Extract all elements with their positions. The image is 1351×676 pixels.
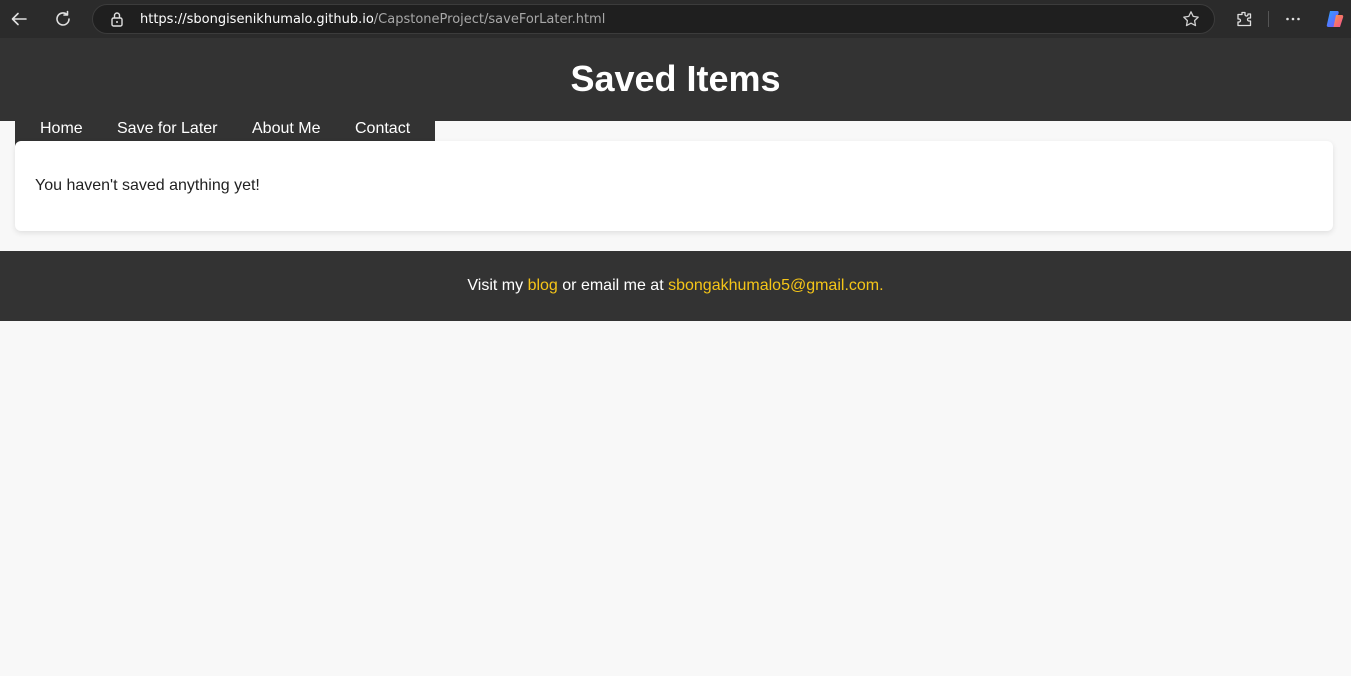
url-host: https://sbongisenikhumalo.github.io xyxy=(140,12,374,27)
browser-toolbar: https://sbongisenikhumalo.github.io/Caps… xyxy=(0,0,1351,38)
address-bar[interactable]: https://sbongisenikhumalo.github.io/Caps… xyxy=(92,4,1215,34)
page-footer: Visit my blog or email me at sbongakhuma… xyxy=(0,251,1351,321)
copilot-icon[interactable] xyxy=(1323,9,1347,29)
lock-icon[interactable] xyxy=(107,9,127,29)
more-icon[interactable] xyxy=(1283,9,1303,29)
footer-suffix: . xyxy=(879,277,884,294)
nav-item-contact[interactable]: Contact xyxy=(355,120,410,138)
footer-text: Visit my blog or email me at sbongakhuma… xyxy=(0,277,1351,295)
extensions-icon[interactable] xyxy=(1234,9,1254,29)
back-arrow-icon[interactable] xyxy=(9,9,29,29)
nav-item-home[interactable]: Home xyxy=(40,120,83,138)
footer-prefix: Visit my xyxy=(467,277,528,294)
reload-icon[interactable] xyxy=(53,9,73,29)
nav-item-save-for-later[interactable]: Save for Later xyxy=(117,120,218,138)
saved-items-card: You haven't saved anything yet! xyxy=(15,141,1333,231)
toolbar-divider xyxy=(1268,11,1269,27)
url-path: /CapstoneProject/saveForLater.html xyxy=(373,12,606,27)
email-link[interactable]: sbongakhumalo5@gmail.com xyxy=(668,277,879,294)
nav-item-about-me[interactable]: About Me xyxy=(252,120,320,138)
blog-link[interactable]: blog xyxy=(528,277,558,294)
page-header: Saved Items xyxy=(0,38,1351,121)
url-text: https://sbongisenikhumalo.github.io/Caps… xyxy=(140,12,605,27)
footer-middle: or email me at xyxy=(557,277,669,294)
page-title: Saved Items xyxy=(570,58,781,99)
star-icon[interactable] xyxy=(1181,9,1201,29)
empty-state-message: You haven't saved anything yet! xyxy=(35,177,260,194)
